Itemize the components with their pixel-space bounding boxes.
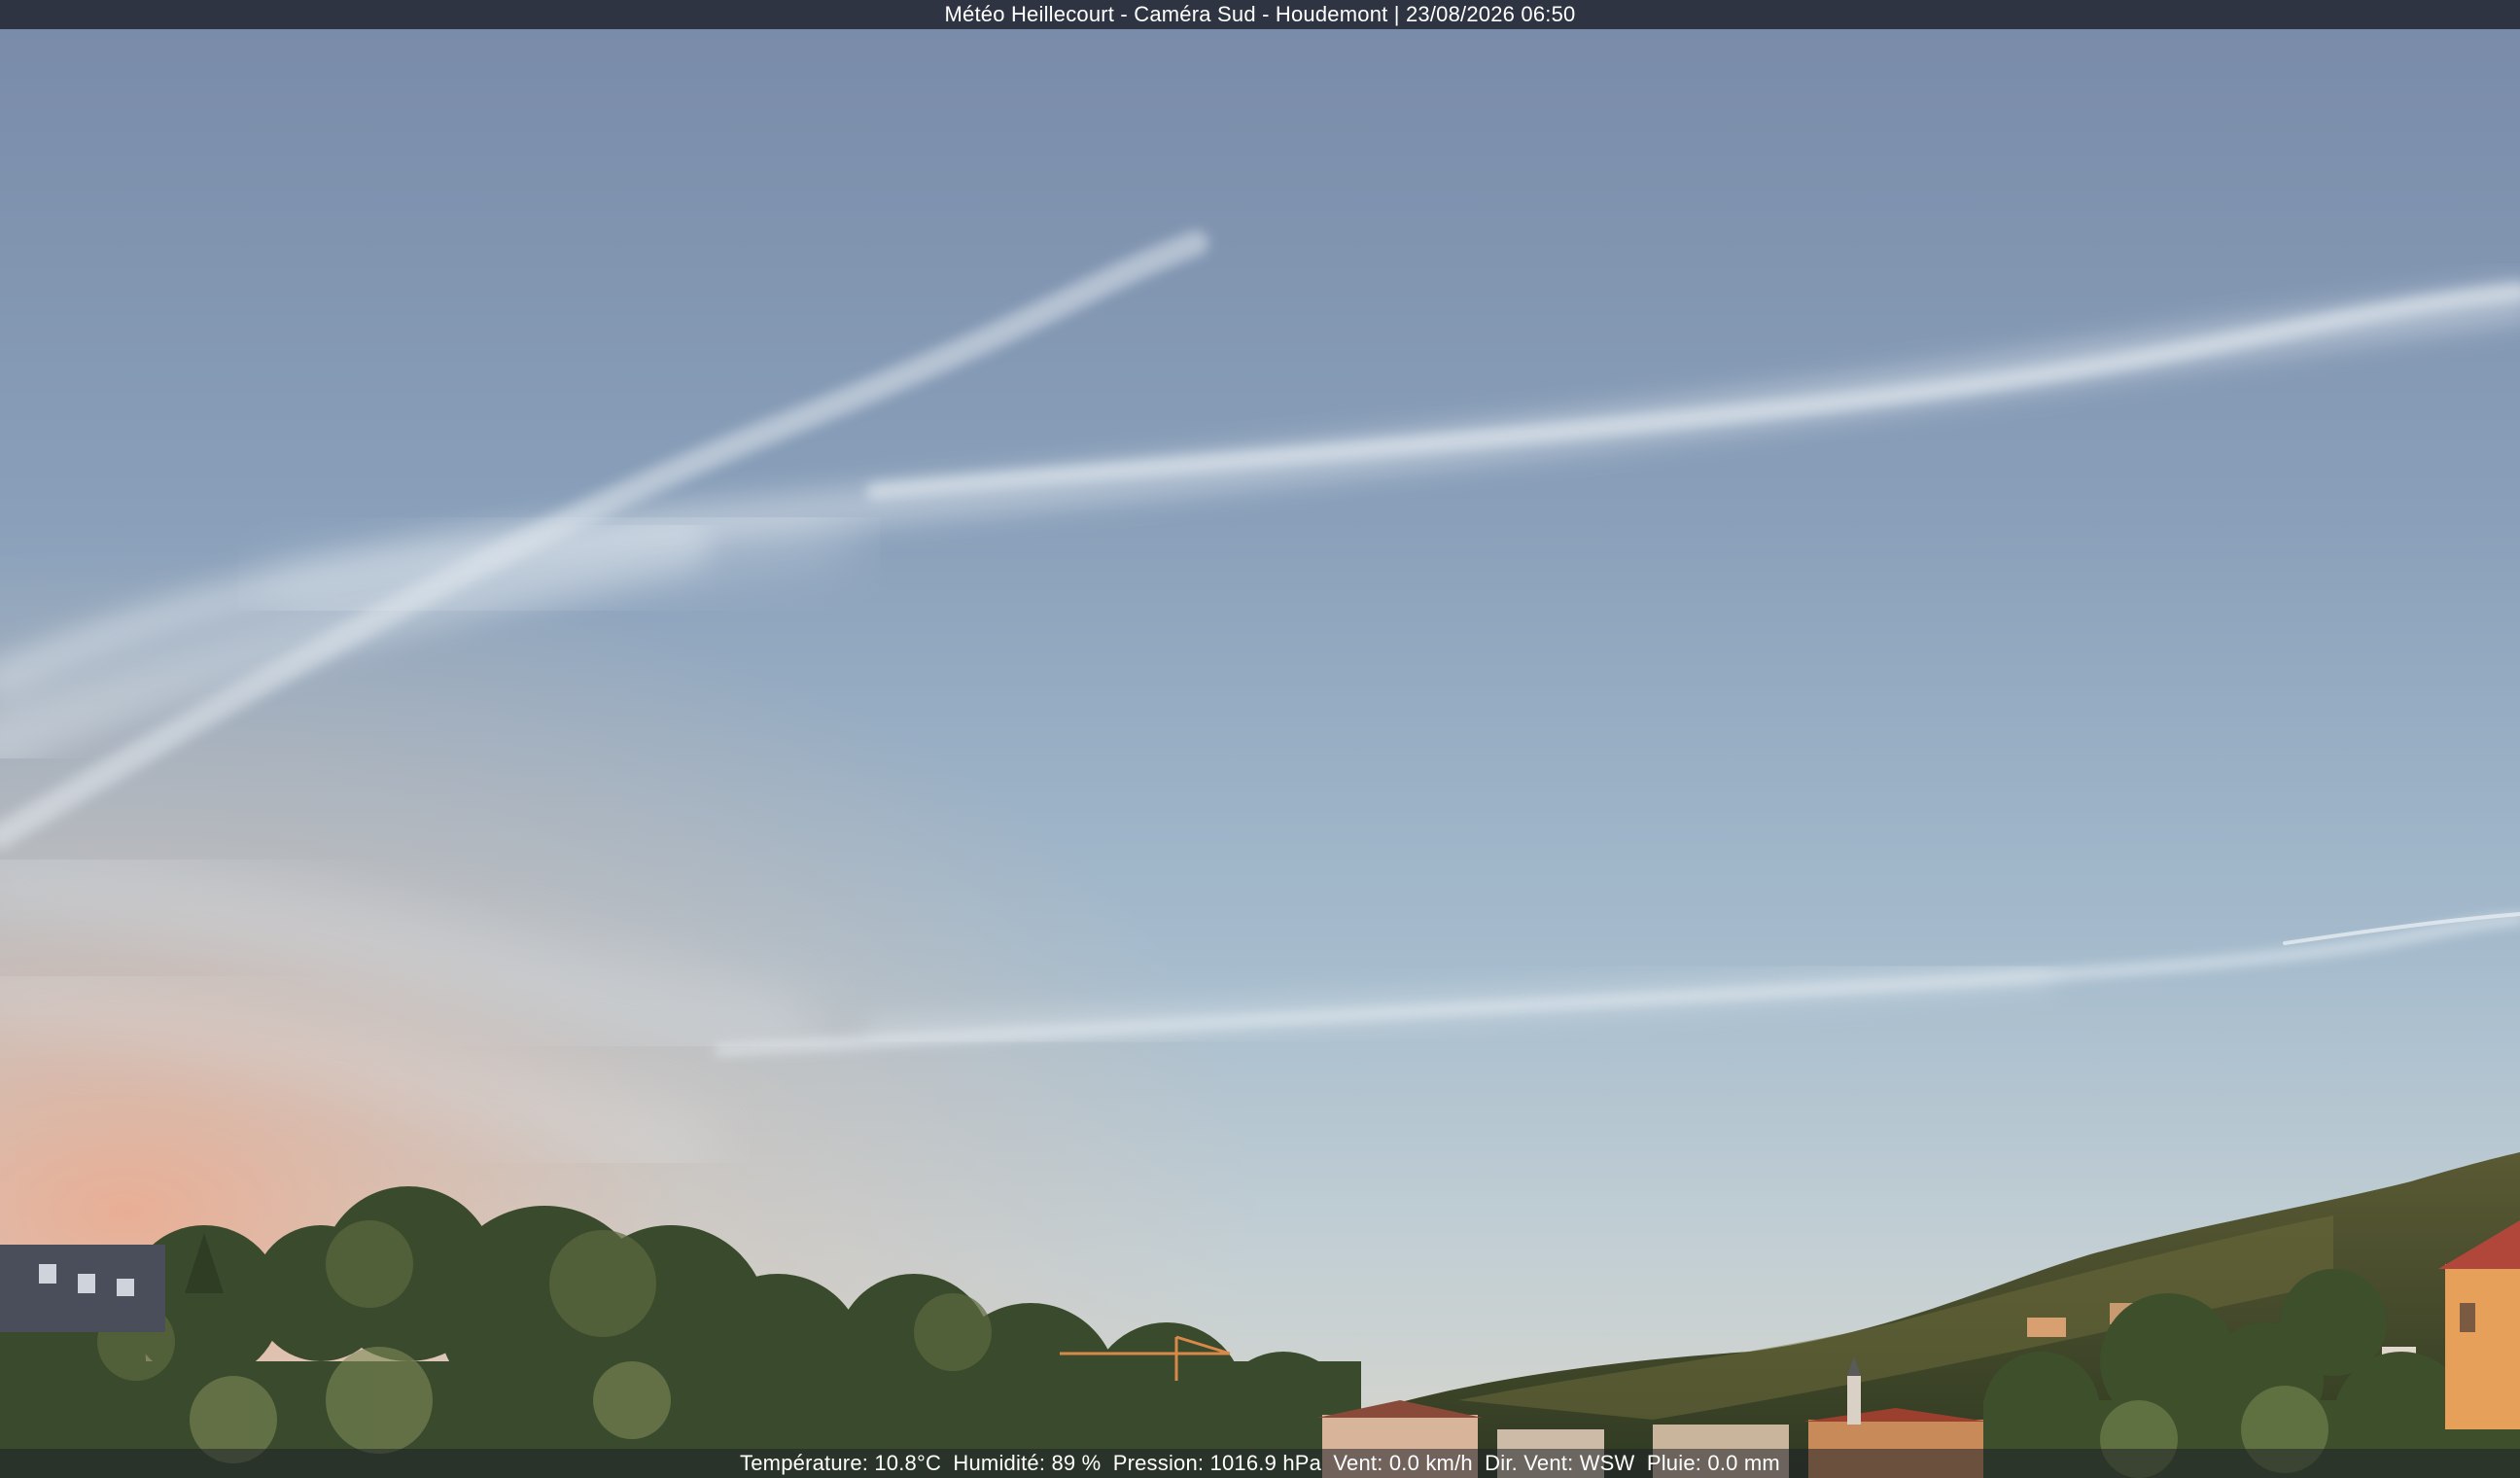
- camera-title-bar: Météo Heillecourt - Caméra Sud - Houdemo…: [0, 0, 2520, 29]
- webcam-image: [0, 0, 2520, 1478]
- humidity-reading: Humidité: 89 %: [953, 1451, 1102, 1475]
- camera-title: Météo Heillecourt - Caméra Sud - Houdemo…: [944, 2, 1576, 26]
- wind-speed-reading: Vent: 0.0 km/h: [1333, 1451, 1473, 1475]
- houses-left: [0, 1245, 165, 1332]
- temperature-reading: Température: 10.8°C: [740, 1451, 942, 1475]
- wind-direction-reading: Dir. Vent: WSW: [1485, 1451, 1635, 1475]
- pressure-reading: Pression: 1016.9 hPa: [1112, 1451, 1322, 1475]
- rain-reading: Pluie: 0.0 mm: [1646, 1451, 1780, 1475]
- weather-info-bar: Température: 10.8°C Humidité: 89 % Press…: [0, 1449, 2520, 1478]
